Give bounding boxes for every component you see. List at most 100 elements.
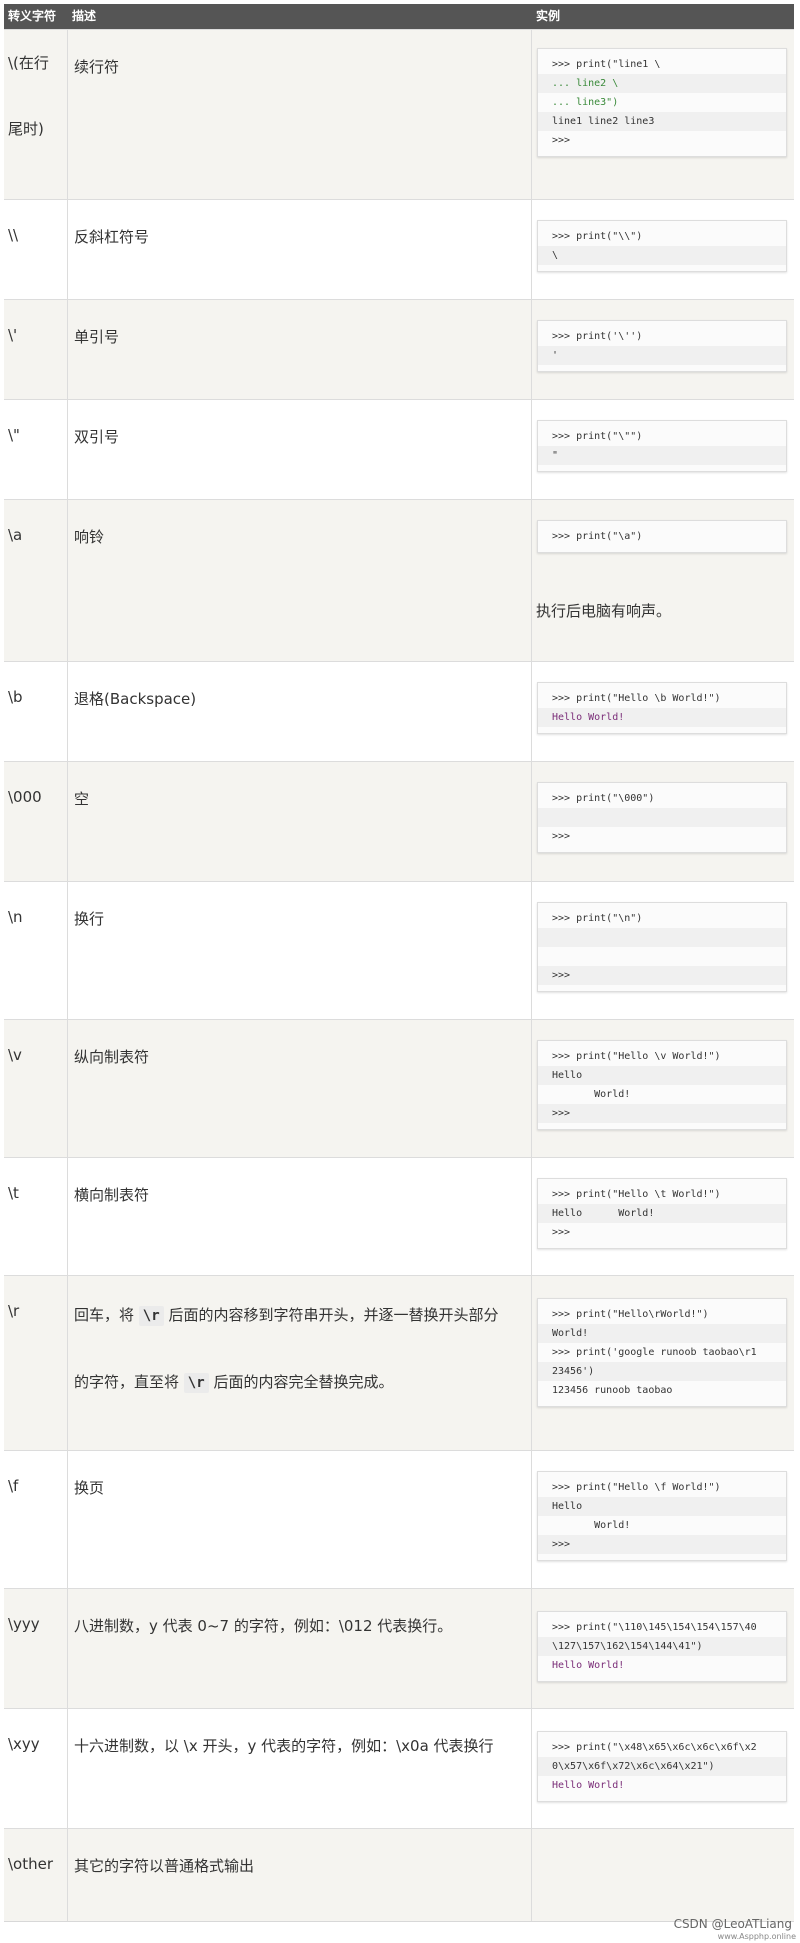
table-row: \other 其它的字符以普通格式输出 [4,1828,794,1921]
code-line: 123456 runoob taobao [552,1385,673,1396]
code-line: >>> print("Hello \b World!") [552,693,721,704]
example-cell: >>> print("\"") " [532,400,794,499]
code-line: ... line2 \ [538,74,786,93]
code-block: >>> print("\\") \ [537,220,787,272]
escape-sequence: \(在行尾时) [8,54,49,138]
escape-sequence: \t [8,1184,19,1202]
code-line: >>> print("\x48\x65\x6c\x6c\x6f\x2 [552,1742,757,1753]
code-line [538,928,786,947]
code-line: Hello World! [552,1780,625,1791]
code-line: >>> [538,966,786,985]
escape-sequence: \xyy [8,1735,40,1753]
code-line: >>> [538,1535,786,1554]
table-row: \000 空 >>> print("\000") >>> [4,761,794,881]
code-line: >>> print("\000") [552,793,655,804]
table-header: 转义字符 描述 实例 [4,4,794,29]
code-line: >>> [552,1227,571,1238]
example-cell: >>> print("\x48\x65\x6c\x6c\x6f\x2 0\x57\… [532,1709,794,1828]
code-block: >>> print("line1 \ ... line2 \ ... line3")… [537,48,787,157]
code-block: >>> print("\"") " [537,420,787,472]
description-text: 纵向制表符 [74,1048,150,1066]
example-cell: >>> print("Hello \f World!") Hello World!… [532,1451,794,1588]
code-block: >>> print("\n") >>> [537,902,787,992]
code-line: line1 line2 line3 [538,112,786,131]
escape-cell: \r [4,1276,68,1450]
description-text: 换页 [74,1479,105,1497]
code-line: 23456') [538,1362,786,1381]
escape-cell: \\ [4,200,68,299]
description-text: 其它的字符以普通格式输出 [74,1857,255,1875]
escape-cell: \f [4,1451,68,1588]
escape-cell: \b [4,662,68,761]
example-cell: >>> print("Hello \t World!") Hello World!… [532,1158,794,1275]
description-fragment: 后面的内容完全替换完成。 [213,1373,394,1391]
code-block: >>> print("Hello \f World!") Hello World!… [537,1471,787,1561]
example-cell: >>> print("\000") >>> [532,762,794,881]
code-line: Hello World! [552,1660,625,1671]
escape-cell: \(在行尾时) [4,30,68,199]
escape-cell: \t [4,1158,68,1275]
code-block: >>> print("Hello \t World!") Hello World!… [537,1178,787,1249]
table-row: \f 换页 >>> print("Hello \f World!") Hello Wo… [4,1450,794,1588]
description-cell: 十六进制数，以 \x 开头，y 代表的字符，例如：\x0a 代表换行 [68,1709,532,1828]
code-line: >>> [552,135,571,146]
header-escape-char: 转义字符 [8,9,57,23]
table-row: \" 双引号 >>> print("\"") " [4,399,794,499]
header-example: 实例 [536,9,561,23]
escape-sequence: \yyy [8,1615,40,1633]
code-block: >>> print("\a") [537,520,787,553]
description-cell: 双引号 [68,400,532,499]
code-line: >>> print("Hello \v World!") [552,1051,721,1062]
site-watermark: www.Aspphp.online [717,1932,796,1941]
escape-cell: \000 [4,762,68,881]
table-row: \t 横向制表符 >>> print("Hello \t World!") Hello… [4,1157,794,1275]
code-line: Hello [538,1497,786,1516]
escape-sequence: \b [8,688,23,706]
escape-cell: \yyy [4,1589,68,1708]
example-cell: >>> print('\'') ' [532,300,794,399]
escape-sequence: \000 [8,788,42,806]
code-line: >>> print("\\") [552,231,643,242]
example-cell: >>> print("Hello \v World!") Hello World!… [532,1020,794,1157]
code-line: >>> print("Hello\rWorld!") [552,1309,709,1320]
description-cell: 单引号 [68,300,532,399]
description-text: 十六进制数，以 \x 开头，y 代表的字符，例如：\x0a 代表换行 [74,1737,494,1755]
code-line [538,808,786,827]
code-line: >>> print('google runoob taobao\r1 [552,1347,757,1358]
table-row: \' 单引号 >>> print('\'') ' [4,299,794,399]
description-cell: 其它的字符以普通格式输出 [68,1829,532,1921]
escape-sequence: \' [8,326,18,344]
code-line: >>> print("Hello \f World!") [552,1482,721,1493]
example-note: 执行后电脑有响声。 [536,602,672,620]
escape-sequence: \" [8,426,20,444]
code-block: >>> print("\110\145\154\154\157\40 \127\1… [537,1611,787,1682]
table-row: \yyy 八进制数，y 代表 0~7 的字符，例如：\012 代表换行。 >>> p… [4,1588,794,1708]
description-cell: 换页 [68,1451,532,1588]
escape-cell: \n [4,882,68,1019]
code-line: ... line3") [552,97,619,108]
escape-table: 转义字符 描述 实例 \(在行尾时) 续行符 >>> print("line1 \.… [4,4,794,1922]
description-text: 回车，将 \r 后面的内容移到字符串开头，并逐一替换开头部分 的字符，直至将 \r… [74,1282,527,1416]
code-line: World! [552,1520,631,1531]
description-text: 横向制表符 [74,1186,150,1204]
example-cell: >>> print("line1 \ ... line2 \ ... line3")… [532,30,794,199]
table-row: \a 响铃 >>> print("\a") 执行后电脑有响声。 [4,499,794,661]
code-line: \ [538,246,786,265]
escape-cell: \other [4,1829,68,1921]
code-line: ' [538,346,786,365]
table-row: \xyy 十六进制数，以 \x 开头，y 代表的字符，例如：\x0a 代表换行 >>… [4,1708,794,1828]
description-text: 响铃 [74,528,105,546]
escape-sequence: \a [8,526,23,544]
code-line: >>> print("\n") [552,913,643,924]
description-cell: 横向制表符 [68,1158,532,1275]
description-cell: 换行 [68,882,532,1019]
description-cell: 纵向制表符 [68,1020,532,1157]
code-line: World! [552,1089,631,1100]
code-line: Hello World! [538,1204,786,1223]
description-cell: 八进制数，y 代表 0~7 的字符，例如：\012 代表换行。 [68,1589,532,1708]
header-description: 描述 [72,9,97,23]
inline-code: \r [138,1306,164,1326]
code-block: >>> print("\000") >>> [537,782,787,853]
code-line: World! [538,1324,786,1343]
